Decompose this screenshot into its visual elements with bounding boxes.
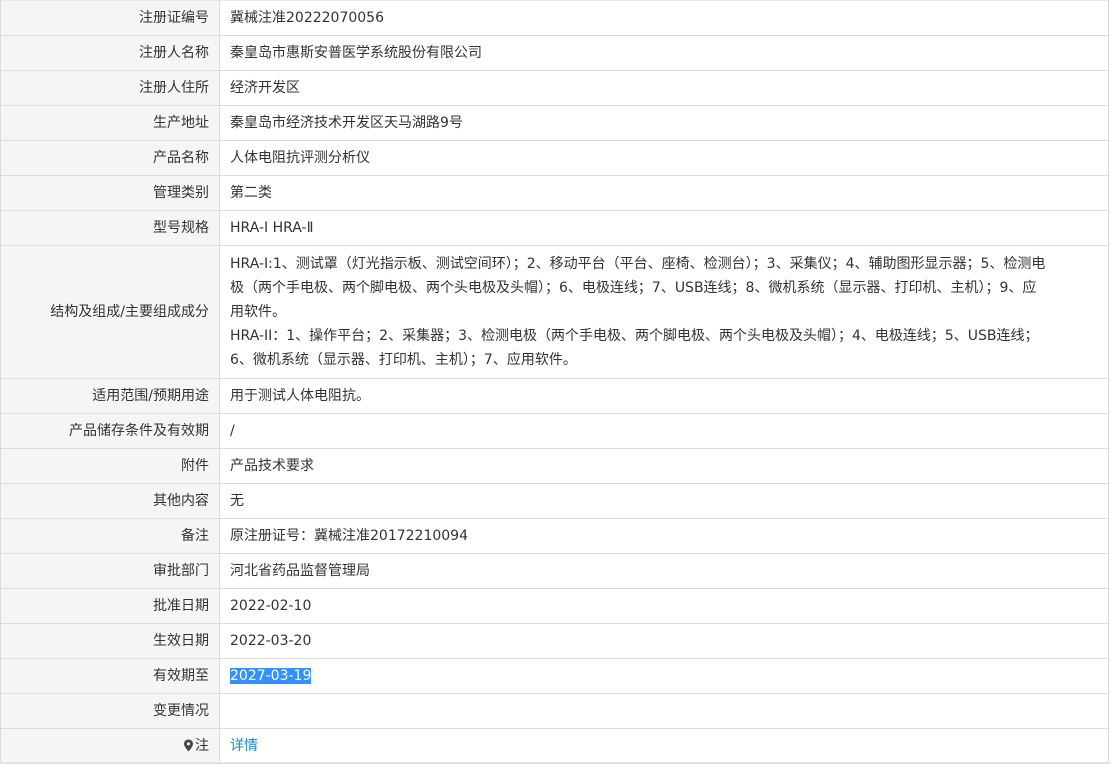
value-change-status <box>219 693 1109 729</box>
row-registration-number: 注册证编号 冀械注准20222070056 <box>0 0 1109 36</box>
label-note: 注 <box>195 738 209 754</box>
label-approval-department: 审批部门 <box>0 553 220 589</box>
label-management-category: 管理类别 <box>0 175 220 211</box>
value-storage-validity: / <box>219 413 1109 449</box>
label-approval-date: 批准日期 <box>0 588 220 624</box>
row-approval-date: 批准日期 2022-02-10 <box>0 588 1109 624</box>
label-valid-until: 有效期至 <box>0 658 220 694</box>
label-intended-use: 适用范围/预期用途 <box>0 378 220 414</box>
valid-until-selected-text[interactable]: 2027-03-19 <box>230 668 312 684</box>
structure-line-1: HRA-I:1、测试罩（灯光指示板、测试空间环）；2、移动平台（平台、座椅、检测… <box>230 256 1046 272</box>
label-model-spec: 型号规格 <box>0 210 220 246</box>
row-remarks: 备注 原注册证号：冀械注准20172210094 <box>0 518 1109 554</box>
row-change-status: 变更情况 <box>0 693 1109 729</box>
bottom-divider <box>0 762 1112 763</box>
right-edge-border <box>1108 0 1109 762</box>
structure-line-5: 6、微机系统（显示器、打印机、主机）；7、应用软件。 <box>230 352 577 368</box>
value-management-category: 第二类 <box>219 175 1109 211</box>
label-note-cell: 注 <box>0 728 220 764</box>
row-product-name: 产品名称 人体电阻抗评测分析仪 <box>0 140 1109 176</box>
label-other-content: 其他内容 <box>0 483 220 519</box>
label-change-status: 变更情况 <box>0 693 220 729</box>
structure-line-2: 极（两个手电极、两个脚电极、两个头电极及头帽）；6、电极连线；7、USB连线；8… <box>230 280 1037 296</box>
row-intended-use: 适用范围/预期用途 用于测试人体电阻抗。 <box>0 378 1109 414</box>
value-effective-date: 2022-03-20 <box>219 623 1109 659</box>
value-production-address: 秦皇岛市经济技术开发区天马湖路9号 <box>219 105 1109 141</box>
label-effective-date: 生效日期 <box>0 623 220 659</box>
value-registrant-name: 秦皇岛市惠斯安普医学系统股份有限公司 <box>219 35 1109 71</box>
row-approval-department: 审批部门 河北省药品监督管理局 <box>0 553 1109 589</box>
structure-line-3: 用软件。 <box>230 304 286 320</box>
value-registration-number: 冀械注准20222070056 <box>219 0 1109 36</box>
label-product-name: 产品名称 <box>0 140 220 176</box>
row-registrant-address: 注册人住所 经济开发区 <box>0 70 1109 106</box>
label-remarks: 备注 <box>0 518 220 554</box>
row-model-spec: 型号规格 HRA-I HRA-Ⅱ <box>0 210 1109 246</box>
map-pin-icon <box>183 736 194 752</box>
value-approval-department: 河北省药品监督管理局 <box>219 553 1109 589</box>
value-structure-composition: HRA-I:1、测试罩（灯光指示板、测试空间环）；2、移动平台（平台、座椅、检测… <box>219 245 1109 379</box>
value-other-content: 无 <box>219 483 1109 519</box>
label-registrant-address: 注册人住所 <box>0 70 220 106</box>
details-link[interactable]: 详情 <box>230 738 258 754</box>
value-intended-use: 用于测试人体电阻抗。 <box>219 378 1109 414</box>
row-production-address: 生产地址 秦皇岛市经济技术开发区天马湖路9号 <box>0 105 1109 141</box>
label-registration-number: 注册证编号 <box>0 0 220 36</box>
value-attachment: 产品技术要求 <box>219 448 1109 484</box>
row-other-content: 其他内容 无 <box>0 483 1109 519</box>
value-registrant-address: 经济开发区 <box>219 70 1109 106</box>
row-storage-validity: 产品储存条件及有效期 / <box>0 413 1109 449</box>
row-registrant-name: 注册人名称 秦皇岛市惠斯安普医学系统股份有限公司 <box>0 35 1109 71</box>
row-valid-until: 有效期至 2027-03-19 <box>0 658 1109 694</box>
value-note-cell: 详情 <box>219 728 1109 764</box>
row-effective-date: 生效日期 2022-03-20 <box>0 623 1109 659</box>
label-storage-validity: 产品储存条件及有效期 <box>0 413 220 449</box>
registration-detail-page: 注册证编号 冀械注准20222070056 注册人名称 秦皇岛市惠斯安普医学系统… <box>0 0 1112 780</box>
registration-info-table: 注册证编号 冀械注准20222070056 注册人名称 秦皇岛市惠斯安普医学系统… <box>0 0 1109 764</box>
value-remarks: 原注册证号：冀械注准20172210094 <box>219 518 1109 554</box>
label-production-address: 生产地址 <box>0 105 220 141</box>
label-registrant-name: 注册人名称 <box>0 35 220 71</box>
structure-line-4: HRA-II：1、操作平台；2、采集器；3、检测电极（两个手电极、两个脚电极、两… <box>230 328 1039 344</box>
label-attachment: 附件 <box>0 448 220 484</box>
value-approval-date: 2022-02-10 <box>219 588 1109 624</box>
value-valid-until-cell: 2027-03-19 <box>219 658 1109 694</box>
row-attachment: 附件 产品技术要求 <box>0 448 1109 484</box>
value-product-name: 人体电阻抗评测分析仪 <box>219 140 1109 176</box>
row-management-category: 管理类别 第二类 <box>0 175 1109 211</box>
label-structure-composition: 结构及组成/主要组成成分 <box>0 245 220 379</box>
row-note: 注 详情 <box>0 728 1109 764</box>
value-model-spec: HRA-I HRA-Ⅱ <box>219 210 1109 246</box>
row-structure-composition: 结构及组成/主要组成成分 HRA-I:1、测试罩（灯光指示板、测试空间环）；2、… <box>0 245 1109 379</box>
